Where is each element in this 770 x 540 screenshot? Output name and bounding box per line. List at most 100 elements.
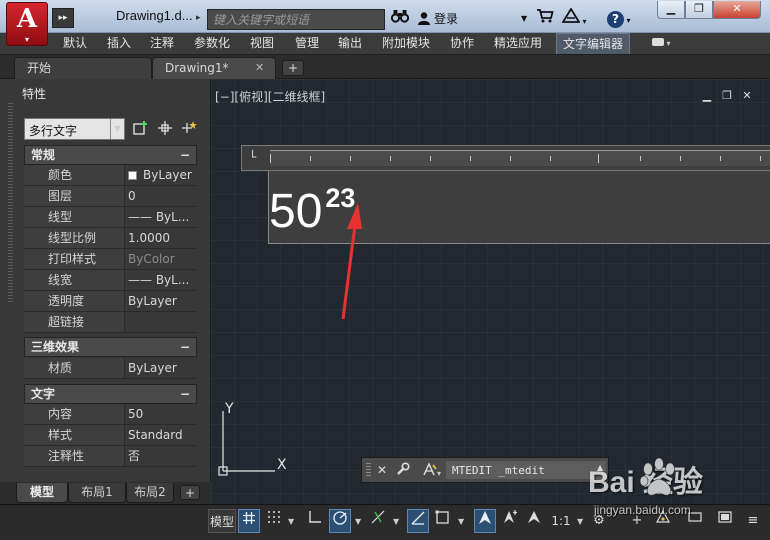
command-line-grip[interactable]: [366, 463, 371, 477]
collapse-icon[interactable]: −: [180, 385, 190, 403]
object-snap-icon[interactable]: [407, 509, 429, 533]
viewport-maximize-button[interactable]: ❐: [720, 89, 734, 103]
property-row-style[interactable]: 样式 Standard: [24, 425, 197, 446]
close-icon[interactable]: ✕: [374, 462, 390, 478]
mtext-ruler[interactable]: └: [241, 145, 770, 171]
property-row-layer[interactable]: 图层 0: [24, 186, 197, 207]
ribbon-tab-output[interactable]: 输出: [338, 33, 362, 54]
auto-scale-icon[interactable]: [499, 509, 521, 533]
chevron-down-icon[interactable]: ▼: [355, 517, 361, 526]
group-3d-effects[interactable]: 三维效果 −: [24, 337, 197, 357]
property-row-linetype[interactable]: 线型 —— ByL...: [24, 207, 197, 228]
ribbon-tab-view[interactable]: 视图: [250, 33, 274, 54]
property-value[interactable]: ByLayer: [128, 291, 197, 311]
ribbon-tab-insert[interactable]: 插入: [107, 33, 131, 54]
ribbon-tab-parametric[interactable]: 参数化: [194, 33, 230, 54]
wrench-icon[interactable]: [395, 462, 411, 478]
command-history-icon[interactable]: ▾: [419, 462, 445, 478]
property-row-hyperlink[interactable]: 超链接: [24, 312, 197, 333]
property-value[interactable]: 0: [128, 186, 197, 206]
grid-icon[interactable]: [238, 509, 260, 533]
property-value[interactable]: —— ByL...: [128, 207, 197, 227]
property-value[interactable]: —— ByL...: [128, 270, 197, 290]
property-value[interactable]: 1.0000: [128, 228, 197, 248]
chevron-down-icon[interactable]: ▼: [288, 517, 294, 526]
palette-grip[interactable]: [8, 103, 13, 303]
chevron-down-icon[interactable]: ▼: [458, 517, 464, 526]
viewport-controls-label[interactable]: [−][俯视][二维线框]: [215, 88, 325, 105]
property-value[interactable]: 50: [128, 404, 197, 424]
application-menu-button[interactable]: A ▾: [6, 2, 48, 46]
property-value[interactable]: 否: [128, 446, 197, 466]
layout-tab-layout2[interactable]: 布局2: [126, 483, 174, 503]
polar-tracking-icon[interactable]: [329, 509, 351, 533]
ortho-mode-icon[interactable]: [304, 509, 326, 533]
exchange-apps-icon[interactable]: ▾: [561, 7, 590, 30]
property-row-plot-style[interactable]: 打印样式 ByColor: [24, 249, 197, 270]
toggle-pickadd-icon[interactable]: [132, 120, 150, 138]
binoculars-icon[interactable]: [390, 8, 410, 30]
window-minimize-button[interactable]: ▁: [657, 1, 685, 19]
search-expand-icon[interactable]: ▸: [196, 9, 206, 27]
close-icon[interactable]: ✕: [255, 58, 264, 78]
doc-tab-drawing1[interactable]: Drawing1* ✕: [152, 57, 276, 79]
ruler-track[interactable]: [270, 150, 770, 166]
collapse-icon[interactable]: −: [180, 146, 190, 164]
isometric-drafting-icon[interactable]: [432, 509, 454, 533]
property-row-transparency[interactable]: 透明度 ByLayer: [24, 291, 197, 312]
quick-select-icon[interactable]: [180, 120, 198, 138]
snap-mode-icon[interactable]: [263, 509, 285, 533]
quick-access-expand-button[interactable]: ▸▸: [52, 8, 74, 28]
ribbon-minimize-toggle[interactable]: ▾: [652, 35, 680, 52]
group-general[interactable]: 常规 −: [24, 145, 197, 165]
ribbon-tab-annotate[interactable]: 注释: [150, 33, 174, 54]
add-layout-button[interactable]: +: [180, 485, 200, 500]
baidu-jingyan-watermark: Bai 经验 jingyan.baidu.com: [588, 455, 768, 535]
property-row-color[interactable]: 颜色 ByLayer: [24, 165, 197, 186]
model-space-button[interactable]: 模型: [208, 509, 236, 533]
object-type-select[interactable]: 多行文字 ▼: [24, 118, 125, 140]
search-input[interactable]: [207, 9, 385, 30]
ribbon-tab-addins[interactable]: 附加模块: [382, 33, 430, 54]
group-text[interactable]: 文字 −: [24, 384, 197, 404]
property-value[interactable]: ByLayer: [128, 165, 197, 185]
object-snap-tracking-icon[interactable]: [367, 509, 389, 533]
ribbon-tab-manage[interactable]: 管理: [295, 33, 319, 54]
chevron-down-icon[interactable]: ▼: [577, 517, 583, 526]
chevron-down-icon[interactable]: ▼: [393, 517, 399, 526]
ruler-tab-icon[interactable]: └: [249, 150, 256, 164]
doc-tab-drawing1-label: Drawing1*: [165, 61, 229, 75]
ribbon-tab-collaborate[interactable]: 协作: [450, 33, 474, 54]
property-value[interactable]: ByColor: [128, 249, 197, 269]
cart-icon[interactable]: [536, 8, 558, 30]
layout-tab-model[interactable]: 模型: [16, 483, 68, 503]
annotation-scale-icon[interactable]: [523, 509, 545, 533]
new-tab-button[interactable]: +: [282, 60, 304, 76]
ribbon-tab-default[interactable]: 默认: [63, 33, 87, 54]
property-row-linetype-scale[interactable]: 线型比例 1.0000: [24, 228, 197, 249]
property-row-contents[interactable]: 内容 50: [24, 404, 197, 425]
panel-toggle-icon: [652, 38, 664, 46]
property-row-material[interactable]: 材质 ByLayer: [24, 358, 197, 379]
help-button[interactable]: ? ▾: [607, 8, 637, 30]
property-value[interactable]: ByLayer: [128, 358, 197, 378]
layout-tab-layout1[interactable]: 布局1: [68, 483, 126, 503]
select-objects-icon[interactable]: [156, 120, 174, 138]
login-button[interactable]: 登录 ▼: [417, 8, 527, 30]
property-value[interactable]: Standard: [128, 425, 197, 445]
collapse-icon[interactable]: −: [180, 338, 190, 356]
window-restore-button[interactable]: ❐: [685, 1, 713, 19]
property-row-lineweight[interactable]: 线宽 —— ByL...: [24, 270, 197, 291]
command-input[interactable]: [446, 461, 606, 479]
ribbon-tab-featured-apps[interactable]: 精选应用: [494, 33, 542, 54]
drawing-viewport[interactable]: [−][俯视][二维线框] ▁ ❐ ✕ └ 5023 Y X ✕ ▾ ▲: [211, 79, 770, 504]
annotation-visibility-icon[interactable]: [474, 509, 496, 533]
annotation-scale-value[interactable]: 1:1: [548, 509, 574, 533]
viewport-minimize-button[interactable]: ▁: [700, 89, 714, 103]
property-value[interactable]: [128, 312, 197, 332]
window-close-button[interactable]: ✕: [713, 1, 761, 19]
doc-tab-start[interactable]: 开始: [14, 57, 152, 79]
ribbon-tab-text-editor[interactable]: 文字编辑器: [556, 33, 631, 54]
viewport-close-button[interactable]: ✕: [740, 89, 754, 103]
property-row-annotative[interactable]: 注释性 否: [24, 446, 197, 467]
